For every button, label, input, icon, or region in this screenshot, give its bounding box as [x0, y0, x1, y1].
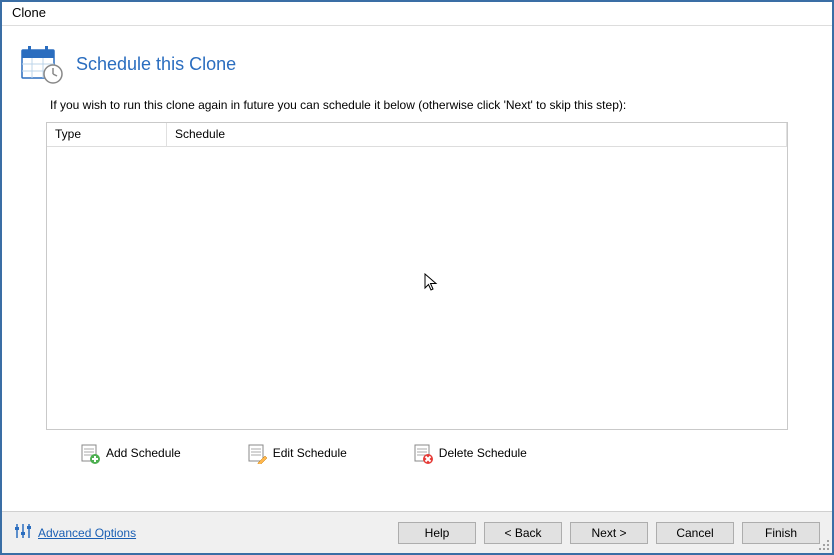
add-schedule-icon — [80, 442, 100, 464]
edit-schedule-label: Edit Schedule — [273, 446, 347, 460]
edit-schedule-button[interactable]: Edit Schedule — [243, 440, 351, 466]
cancel-button[interactable]: Cancel — [656, 522, 734, 544]
page-heading: Schedule this Clone — [76, 54, 236, 75]
window-titlebar: Clone — [2, 2, 832, 26]
column-header-schedule[interactable]: Schedule — [167, 123, 787, 146]
calendar-clock-icon — [20, 44, 64, 84]
schedule-table[interactable]: Type Schedule — [46, 122, 788, 430]
finish-button[interactable]: Finish — [742, 522, 820, 544]
delete-schedule-icon — [413, 442, 433, 464]
sliders-icon — [14, 522, 32, 543]
bottom-bar: Advanced Options Help < Back Next > Canc… — [2, 511, 832, 553]
edit-schedule-icon — [247, 442, 267, 464]
column-header-type[interactable]: Type — [47, 123, 167, 146]
resize-grip-icon[interactable] — [816, 537, 830, 551]
table-header-row: Type Schedule — [47, 123, 787, 147]
next-button[interactable]: Next > — [570, 522, 648, 544]
delete-schedule-label: Delete Schedule — [439, 446, 527, 460]
window-title: Clone — [12, 5, 46, 20]
advanced-options-link[interactable]: Advanced Options — [38, 526, 136, 540]
intro-text: If you wish to run this clone again in f… — [50, 98, 784, 112]
add-schedule-label: Add Schedule — [106, 446, 181, 460]
delete-schedule-button[interactable]: Delete Schedule — [409, 440, 531, 466]
help-button[interactable]: Help — [398, 522, 476, 544]
add-schedule-button[interactable]: Add Schedule — [76, 440, 185, 466]
back-button[interactable]: < Back — [484, 522, 562, 544]
